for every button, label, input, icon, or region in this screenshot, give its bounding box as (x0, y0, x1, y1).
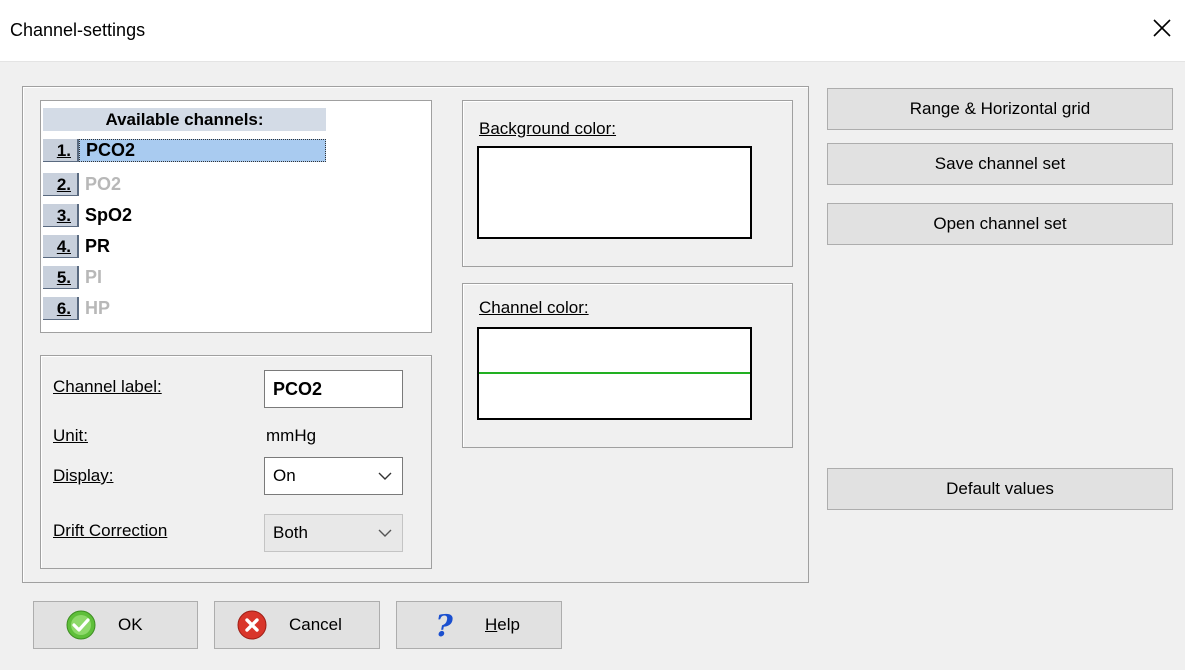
channel-item-pi[interactable]: 5. PI (43, 266, 326, 289)
drift-correction-label: Drift Correction (53, 521, 168, 540)
channel-item-pco2[interactable]: 1. PCO2 (43, 139, 326, 162)
close-button[interactable] (1139, 8, 1185, 48)
range-horizontal-grid-button[interactable]: Range & Horizontal grid (827, 88, 1173, 130)
channel-item-pr[interactable]: 4. PR (43, 235, 326, 258)
x-circle-icon (237, 610, 267, 640)
channel-number: 1. (43, 139, 79, 162)
title-bar: Channel-settings (0, 0, 1185, 62)
channels-header: Available channels: (43, 108, 326, 131)
channel-color-swatch[interactable] (477, 327, 752, 420)
background-color-swatch[interactable] (477, 146, 752, 239)
channel-item-hp[interactable]: 6. HP (43, 297, 326, 320)
channel-number: 3. (43, 204, 79, 227)
channel-number: 5. (43, 266, 79, 289)
help-label: Help (485, 615, 520, 635)
window-title: Channel-settings (10, 20, 146, 40)
close-icon (1153, 19, 1171, 37)
channel-name: PR (85, 236, 111, 256)
drift-correction-select[interactable]: Both (264, 514, 403, 552)
channel-number: 4. (43, 235, 79, 258)
channel-name: SpO2 (85, 205, 133, 225)
channel-name: PCO2 (79, 139, 326, 162)
cancel-label: Cancel (289, 615, 342, 634)
channel-number: 6. (43, 297, 79, 320)
help-rest: elp (497, 615, 520, 634)
chevron-down-icon (378, 529, 392, 537)
display-select[interactable]: On (264, 457, 403, 495)
default-values-button[interactable]: Default values (827, 468, 1173, 510)
background-color-label: Background color: (479, 119, 617, 138)
chevron-down-icon (378, 472, 392, 480)
open-channel-set-button[interactable]: Open channel set (827, 203, 1173, 245)
channel-name: PO2 (85, 174, 122, 194)
ok-label: OK (118, 615, 143, 634)
channel-name: PI (85, 267, 103, 287)
channel-label-label: Channel label: (53, 377, 162, 396)
help-mnemonic: H (485, 615, 498, 634)
channel-color-label: Channel color: (479, 298, 589, 317)
channel-label-input[interactable]: PCO2 (264, 370, 403, 408)
channel-color-line (479, 372, 750, 374)
svg-text:?: ? (435, 610, 453, 640)
help-button[interactable]: ? Help (396, 601, 562, 649)
channel-item-spo2[interactable]: 3. SpO2 (43, 204, 326, 227)
check-circle-icon (66, 610, 96, 640)
question-mark-icon: ? (435, 610, 453, 640)
channel-name: HP (85, 298, 111, 318)
drift-correction-value: Both (273, 523, 308, 542)
channel-number: 2. (43, 173, 79, 196)
display-value: On (273, 466, 296, 485)
save-channel-set-button[interactable]: Save channel set (827, 143, 1173, 185)
display-label: Display: (53, 466, 114, 485)
cancel-button[interactable]: Cancel (214, 601, 380, 649)
unit-label: Unit: (53, 426, 88, 445)
channel-item-po2[interactable]: 2. PO2 (43, 173, 326, 196)
unit-value: mmHg (266, 426, 317, 445)
ok-button[interactable]: OK (33, 601, 198, 649)
